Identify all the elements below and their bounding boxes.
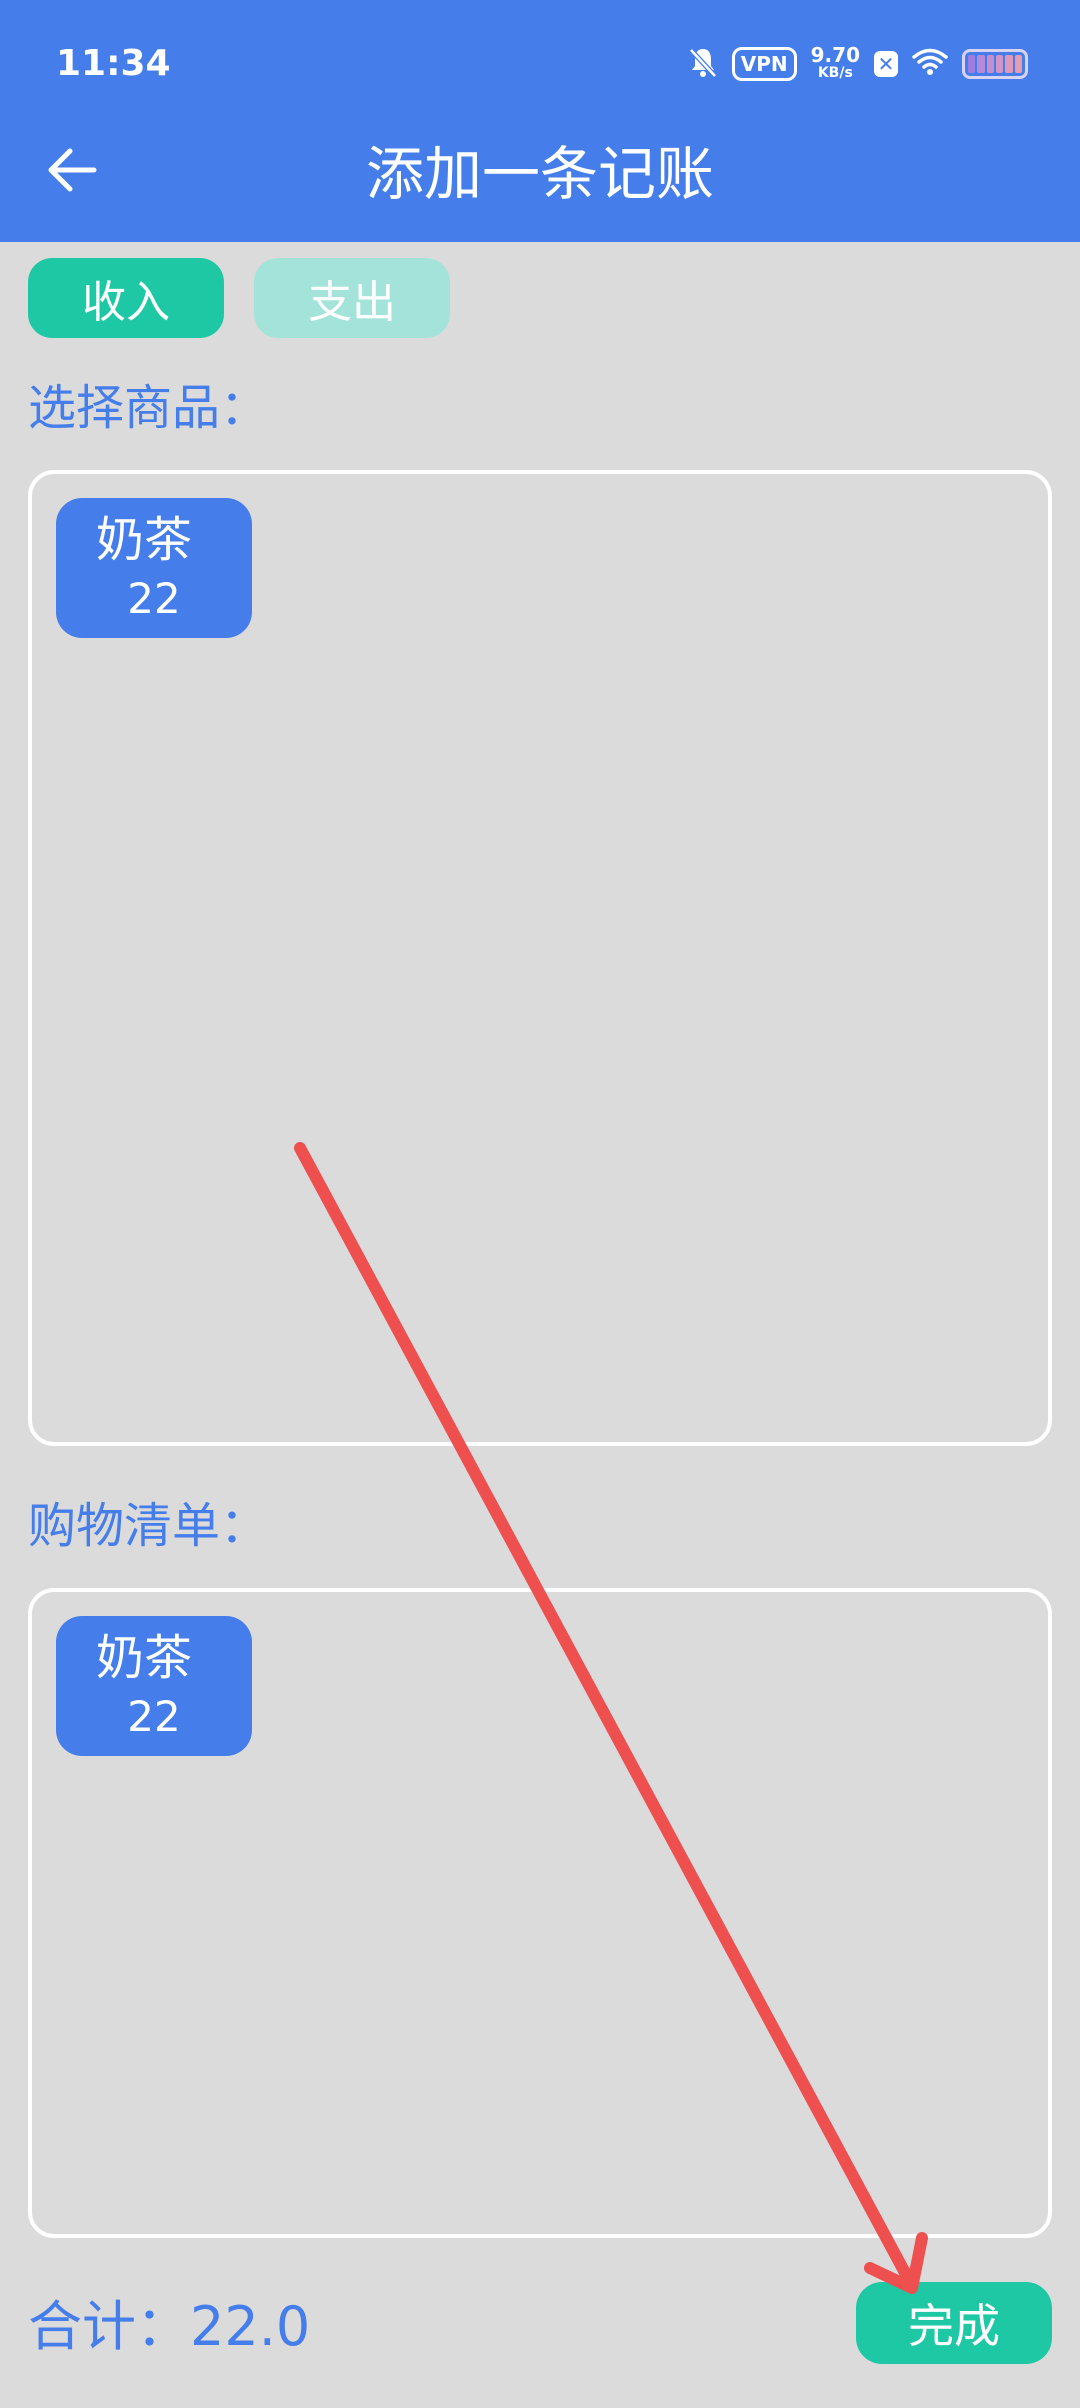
done-button[interactable]: 完成 [856, 2282, 1052, 2364]
battery-icon [962, 49, 1028, 79]
cart-item[interactable]: 奶茶 22 [56, 1616, 252, 1756]
cart-item-price: 22 [127, 1692, 181, 1741]
shopping-list-panel: 奶茶 22 [28, 1588, 1052, 2238]
bell-off-icon [688, 46, 718, 82]
goods-item-price: 22 [127, 574, 181, 623]
cart-item-name: 奶茶 [95, 1630, 192, 1686]
vpn-badge: VPN [731, 47, 797, 81]
income-button[interactable]: 收入 [28, 258, 224, 338]
speed-value: 9.70 [810, 43, 860, 67]
total-value: 22.0 [190, 2295, 311, 2358]
shopping-list-label: 购物清单： [28, 1498, 269, 1554]
page-title: 添加一条记账 [365, 140, 714, 208]
total-label: 合计： [28, 2295, 190, 2358]
expense-button[interactable]: 支出 [254, 258, 450, 338]
speed-unit: KB/s [817, 65, 853, 81]
total-summary: 合计： 22.0 [28, 2292, 310, 2362]
status-time: 11:34 [56, 43, 171, 84]
x-badge-icon: ✕ [874, 51, 898, 77]
app-header: 11:34 VPN 9.70 KB/s ✕ 添加一条记账 [0, 0, 1080, 242]
network-speed: 9.70 KB/s [810, 43, 860, 82]
goods-panel: 奶茶 22 [28, 470, 1052, 1446]
select-goods-label: 选择商品： [28, 380, 269, 436]
goods-item-name: 奶茶 [95, 512, 192, 568]
wifi-icon [912, 48, 948, 80]
goods-item[interactable]: 奶茶 22 [56, 498, 252, 638]
status-icons: VPN 9.70 KB/s ✕ [688, 38, 1028, 90]
